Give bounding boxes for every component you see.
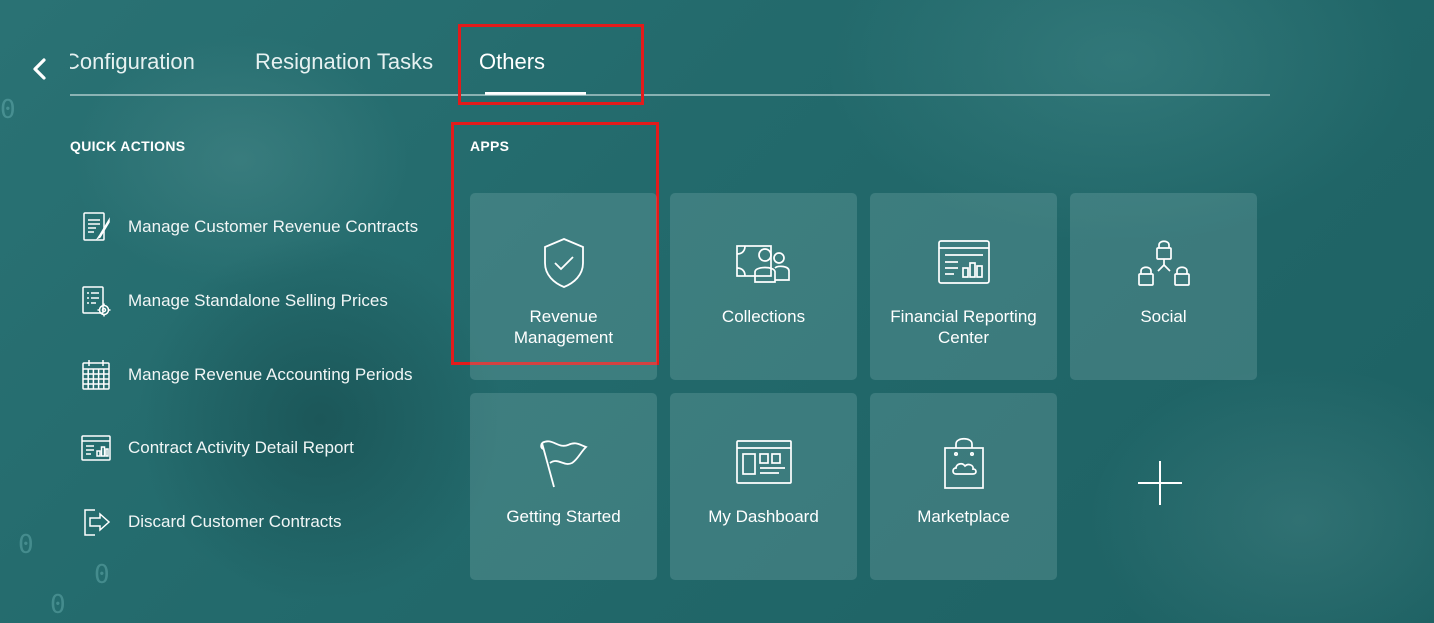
report-window-icon [932,233,996,293]
shield-check-icon [532,233,596,293]
plus-icon [1138,461,1182,505]
tab-configuration[interactable]: Configuration [70,49,195,75]
highlight-box-others-tab [458,24,644,105]
people-money-icon [732,233,796,293]
report-chart-icon [78,430,114,466]
flag-icon [532,433,596,493]
background-decoration: 0 [0,95,16,125]
app-tile-label: Social [1140,307,1187,326]
quick-action-manage-revenue-accounting-periods[interactable]: Manage Revenue Accounting Periods [78,357,412,393]
app-tile-social[interactable]: Social [1070,193,1257,380]
app-tile-label: Marketplace [917,507,1010,526]
background-decoration: 0 [94,560,110,590]
app-tile-collections[interactable]: Collections [670,193,857,380]
social-network-icon [1132,233,1196,293]
quick-action-manage-standalone-selling-prices[interactable]: Manage Standalone Selling Prices [78,283,388,319]
quick-action-label: Discard Customer Contracts [128,512,342,531]
background-decoration: 0 [50,590,66,620]
quick-action-discard-customer-contracts[interactable]: Discard Customer Contracts [78,504,342,540]
app-tile-label: Getting Started [506,507,621,526]
app-tile-label: Revenue Management [513,307,614,347]
quick-action-label: Contract Activity Detail Report [128,438,354,457]
tab-bar: Configuration Resignation Tasks Others [70,38,1270,98]
quick-action-label: Manage Customer Revenue Contracts [128,217,419,236]
app-tile-label: My Dashboard [708,507,819,526]
quick-action-manage-customer-revenue-contracts[interactable]: Manage Customer Revenue Contracts [78,209,418,245]
back-button[interactable] [28,55,52,83]
apps-title: APPS [470,138,510,154]
quick-action-label: Manage Revenue Accounting Periods [128,365,413,384]
calendar-icon [78,357,114,393]
quick-action-label: Manage Standalone Selling Prices [128,291,388,310]
chevron-left-icon [33,58,46,80]
dashboard-icon [732,433,796,493]
tab-resignation-tasks[interactable]: Resignation Tasks [255,49,433,75]
contract-document-icon [78,209,114,245]
background-decoration: 0 [18,530,34,560]
app-tile-financial-reporting-center[interactable]: Financial Reporting Center [870,193,1057,380]
app-tile-revenue-management[interactable]: Revenue Management [470,193,657,380]
app-tile-label: Collections [721,307,806,326]
add-app-button[interactable] [1136,459,1184,507]
quick-action-contract-activity-detail-report[interactable]: Contract Activity Detail Report [78,430,354,466]
shopping-bag-icon [932,433,996,493]
quick-actions-title: QUICK ACTIONS [70,138,186,154]
app-tile-getting-started[interactable]: Getting Started [470,393,657,580]
app-tile-my-dashboard[interactable]: My Dashboard [670,393,857,580]
app-tile-marketplace[interactable]: Marketplace [870,393,1057,580]
exit-document-icon [78,504,114,540]
app-tile-label: Financial Reporting Center [890,307,1037,347]
tab-divider [70,94,1270,96]
list-settings-icon [78,283,114,319]
